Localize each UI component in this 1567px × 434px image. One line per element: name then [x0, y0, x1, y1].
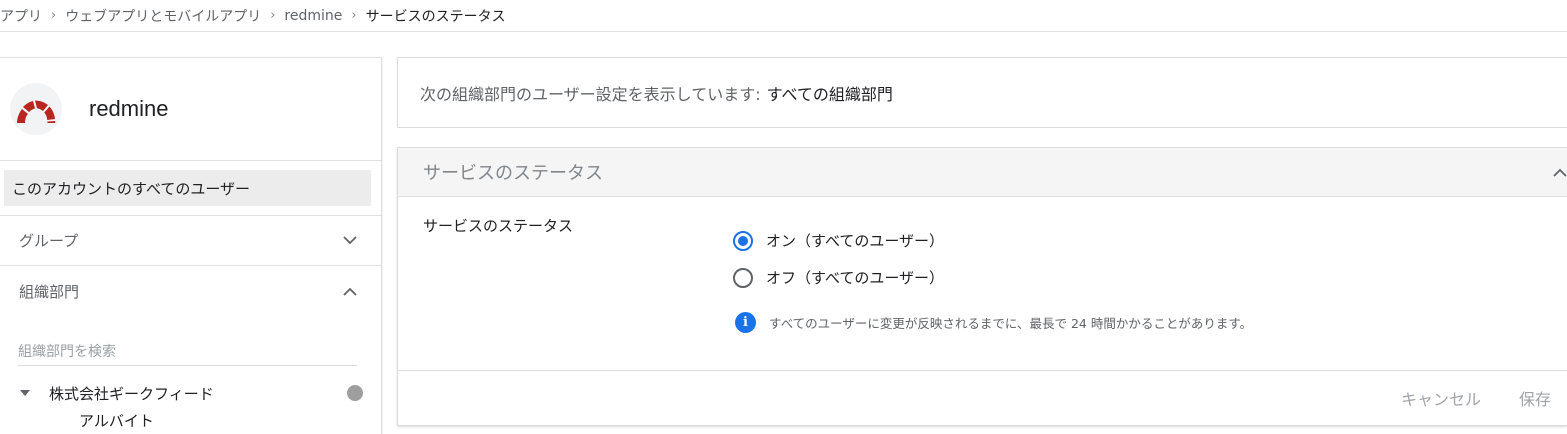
expand-triangle-icon[interactable] — [20, 390, 30, 396]
radio-on-all-users[interactable]: オン（すべてのユーザー） — [733, 230, 944, 251]
breadcrumb-current: サービスのステータス — [365, 8, 506, 25]
service-status-card: サービスのステータス サービスのステータス オン（すべてのユーザー） オフ（すべ… — [397, 147, 1567, 426]
org-unit-info-prefix: 次の組織部門のユーザー設定を表示しています: — [420, 84, 761, 104]
save-button[interactable]: 保存 — [1519, 386, 1551, 410]
all-users-item[interactable]: このアカウントのすべてのユーザー — [4, 170, 371, 206]
radio-off-label: オフ（すべてのユーザー） — [766, 269, 945, 287]
propagation-notice: i すべてのユーザーに変更が反映されるまでに、最長で 24 時間かかることがあり… — [735, 312, 1252, 333]
propagation-notice-text: すべてのユーザーに変更が反映されるまでに、最長で 24 時間かかることがあります… — [769, 316, 1253, 331]
setting-label: サービスのステータス — [423, 217, 574, 235]
org-unit-search-input[interactable]: 組織部門を検索 — [18, 340, 357, 366]
org-unit-info-value: すべての組織部門 — [766, 84, 893, 104]
status-dot-icon — [347, 385, 363, 401]
breadcrumb-separator: › — [270, 8, 276, 23]
groups-section[interactable]: グループ — [0, 216, 381, 266]
service-status-footer: キャンセル 保存 — [398, 371, 1567, 425]
breadcrumb-web-mobile-apps[interactable]: ウェブアプリとモバイルアプリ — [65, 6, 261, 26]
breadcrumb-redmine[interactable]: redmine — [284, 8, 342, 24]
breadcrumb-apps[interactable]: アプリ — [0, 6, 42, 26]
org-tree-root[interactable]: 株式会社ギークフィード — [0, 379, 381, 407]
app-header: redmine — [0, 58, 381, 161]
org-tree-child[interactable]: アルバイト — [0, 407, 381, 433]
info-icon: i — [735, 312, 756, 333]
redmine-logo-icon — [10, 83, 62, 135]
breadcrumb: アプリ › ウェブアプリとモバイルアプリ › redmine › サービスのステ… — [0, 0, 1567, 32]
radio-on-label: オン（すべてのユーザー） — [766, 232, 945, 250]
breadcrumb-separator: › — [51, 8, 57, 23]
all-users-section: このアカウントのすべてのユーザー — [0, 161, 381, 216]
groups-label: グループ — [19, 232, 79, 250]
org-units-label: 組織部門 — [19, 282, 80, 301]
org-tree-root-label: 株式会社ギークフィード — [49, 384, 214, 403]
org-unit-info: 次の組織部門のユーザー設定を表示しています: すべての組織部門 — [397, 57, 1567, 128]
chevron-down-icon[interactable] — [343, 236, 357, 245]
chevron-up-icon[interactable] — [343, 287, 357, 296]
app-name: redmine — [89, 96, 169, 121]
cancel-button[interactable]: キャンセル — [1401, 386, 1481, 410]
sidebar: redmine このアカウントのすべてのユーザー グループ 組織部門 組織部門を… — [0, 57, 382, 434]
chevron-up-icon[interactable] — [1553, 168, 1567, 177]
org-units-section[interactable]: 組織部門 — [0, 266, 381, 316]
service-status-header[interactable]: サービスのステータス — [398, 148, 1567, 197]
radio-unchecked-icon[interactable] — [733, 267, 753, 288]
breadcrumb-separator: › — [351, 8, 357, 23]
radio-off-all-users[interactable]: オフ（すべてのユーザー） — [733, 267, 944, 288]
service-status-title: サービスのステータス — [423, 163, 603, 184]
radio-checked-icon[interactable] — [733, 230, 753, 251]
service-status-body: サービスのステータス オン（すべてのユーザー） オフ（すべてのユーザー） i す… — [398, 197, 1567, 371]
